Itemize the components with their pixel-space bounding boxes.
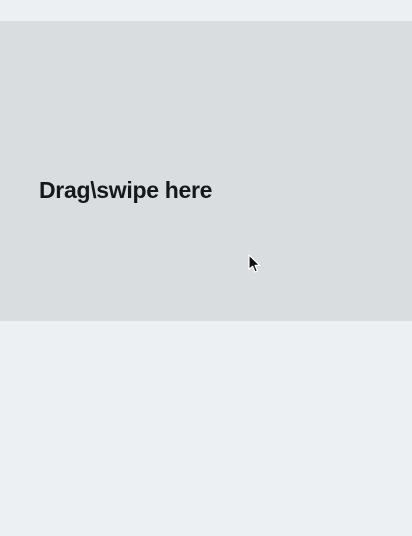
mouse-pointer-icon bbox=[248, 254, 261, 273]
swipe-area[interactable]: Drag\swipe here bbox=[0, 21, 412, 321]
page: Drag\swipe here bbox=[0, 0, 412, 536]
swipe-label: Drag\swipe here bbox=[39, 177, 213, 203]
